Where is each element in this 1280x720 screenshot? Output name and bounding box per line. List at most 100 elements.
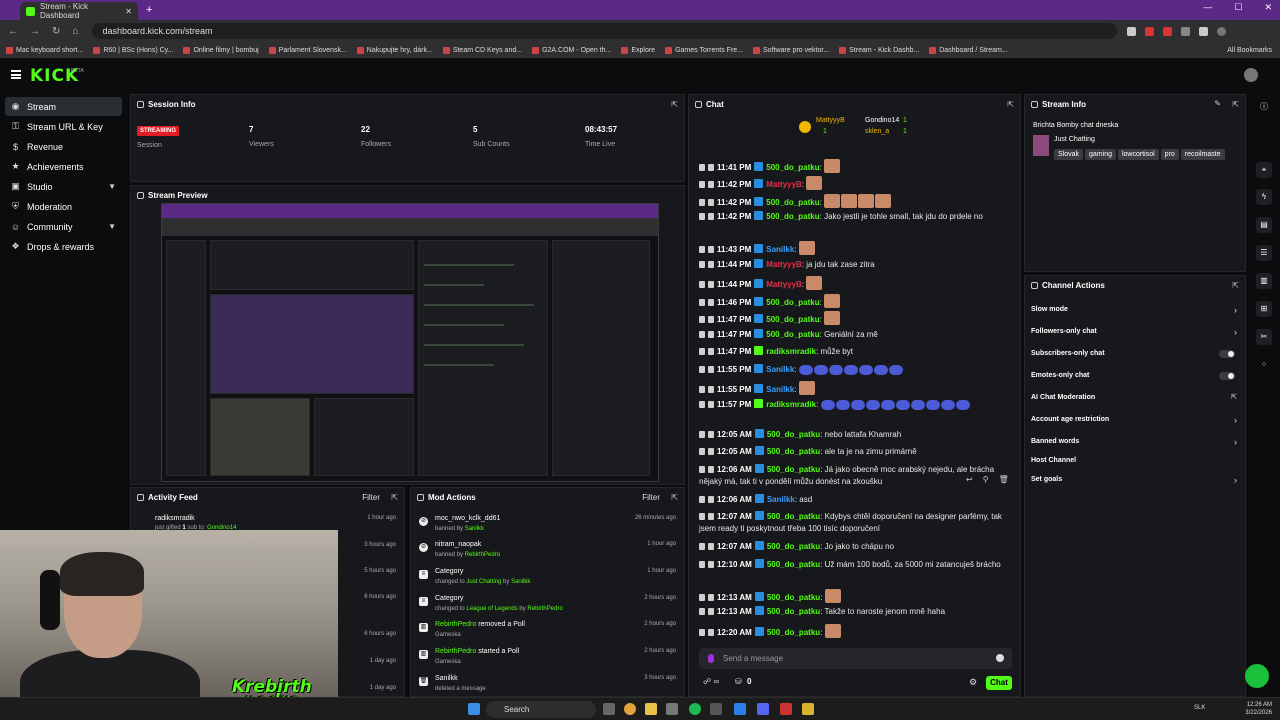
mod-tools-icon[interactable]	[699, 513, 705, 520]
app-icon[interactable]	[710, 703, 722, 715]
popout-icon[interactable]: ⇱	[1232, 100, 1239, 109]
mod-tools-icon[interactable]	[699, 386, 705, 393]
sidebar-item-revenue[interactable]: $ Revenue	[5, 137, 122, 156]
chat-message[interactable]: 11:47 PM 500_do_patku:	[699, 311, 1015, 326]
app-icon[interactable]	[666, 703, 678, 715]
bookmark[interactable]: Online filmy | bombuj	[183, 46, 259, 54]
mod-tools-icon[interactable]	[699, 366, 705, 373]
mod-tools-icon[interactable]	[699, 466, 705, 473]
close-window-icon[interactable]: ✕	[1264, 2, 1272, 13]
all-bookmarks[interactable]: All Bookmarks	[1227, 47, 1272, 54]
chat-message[interactable]: 12:07 AM 500_do_patku: Kdybys chtěl dopor…	[699, 511, 1015, 535]
mod-tools-icon[interactable]	[699, 431, 705, 438]
timeout-icon[interactable]	[708, 299, 714, 306]
bookmark[interactable]: Mac keyboard short...	[6, 46, 83, 54]
bookmark[interactable]: Steam CD Keys and...	[442, 46, 522, 54]
mod-tools-icon[interactable]	[699, 213, 705, 220]
chat-send-button[interactable]: Chat	[986, 676, 1012, 690]
sidebar-item-achievements[interactable]: ★ Achievements	[5, 157, 122, 176]
emoji-icon[interactable]	[996, 654, 1004, 662]
chat-message[interactable]: 12:05 AM 500_do_patku: nebo lattafa Khamr…	[699, 429, 1015, 441]
chat-username[interactable]: 500_do_patku	[767, 430, 820, 439]
sidebar-item-community[interactable]: ☺ Community ▼	[5, 217, 122, 236]
clock[interactable]: 12:26 AM 3/22/2026	[1245, 701, 1272, 717]
maximize-icon[interactable]: ☐	[1234, 2, 1242, 13]
timeout-icon[interactable]	[708, 543, 714, 550]
mod-tools-icon[interactable]	[699, 594, 705, 601]
chat-username[interactable]: 500_do_patku	[766, 163, 819, 172]
chat-message[interactable]: 11:47 PM radiksmradik: může byt	[699, 346, 1015, 358]
mod-tools-icon[interactable]	[699, 164, 705, 171]
extension-icon[interactable]	[1163, 26, 1173, 36]
mod-tools-icon[interactable]	[699, 199, 705, 206]
url-field[interactable]: dashboard.kick.com/stream	[92, 23, 1118, 39]
gear-icon[interactable]: ⚙	[969, 677, 977, 688]
more-icon[interactable]: ⁘	[1256, 357, 1272, 373]
bookmark[interactable]: Explore	[621, 46, 655, 54]
star-icon[interactable]	[1127, 26, 1137, 36]
chat-username[interactable]: 500_do_patku	[767, 593, 820, 602]
slow-mode-row[interactable]: Slow mode ›	[1031, 305, 1237, 315]
chat-username[interactable]: 500_do_patku	[766, 198, 819, 207]
extension-icon[interactable]	[1145, 26, 1155, 36]
host-channel-row[interactable]: Host Channel	[1031, 457, 1237, 464]
chat-username[interactable]: 500_do_patku	[767, 628, 820, 637]
mod-tools-icon[interactable]	[699, 561, 705, 568]
mod-tools-icon[interactable]	[699, 348, 705, 355]
chat-message[interactable]: 11:47 PM 500_do_patku: Geniální za mě	[699, 329, 1015, 341]
timeout-icon[interactable]	[708, 561, 714, 568]
timeout-icon[interactable]	[708, 513, 714, 520]
chat-message[interactable]: 11:42 PM 500_do_patku: Jako jestli je toh…	[699, 211, 1015, 223]
chat-message[interactable]: 11:55 PM Sanilkk:	[699, 381, 1015, 396]
settings-row-icon[interactable]: ☍ ∞	[703, 677, 719, 686]
chat-username[interactable]: 500_do_patku	[766, 212, 819, 221]
bookmark[interactable]: R60 | BSc (Hons) Cy...	[93, 46, 173, 54]
timeout-icon[interactable]	[708, 246, 714, 253]
pin-icon[interactable]: ⚲	[983, 475, 989, 484]
bookmark[interactable]: Games Torrents Fre...	[665, 46, 743, 54]
mod-tools-icon[interactable]	[699, 316, 705, 323]
poll-icon[interactable]: ▥	[1256, 273, 1272, 289]
mod-tools-icon[interactable]	[699, 496, 705, 503]
task-view-icon[interactable]	[603, 703, 615, 715]
mod-tools-icon[interactable]	[699, 299, 705, 306]
bookmark[interactable]: Software pro vektor...	[753, 46, 829, 54]
tools-icon[interactable]: ✂	[1256, 329, 1272, 345]
subscribers-only-toggle[interactable]	[1219, 350, 1235, 358]
sidebar-item-moderation[interactable]: ⛨ Moderation	[5, 197, 122, 216]
timeout-icon[interactable]	[708, 594, 714, 601]
flash-icon[interactable]: ϟ	[1256, 189, 1272, 205]
chat-username[interactable]: 500_do_patku	[767, 560, 820, 569]
timeout-icon[interactable]	[708, 466, 714, 473]
timeout-icon[interactable]	[708, 181, 714, 188]
chat-input[interactable]: Send a message	[699, 648, 1012, 669]
chat-message[interactable]: 11:41 PM 500_do_patku:	[699, 159, 1015, 174]
mod-tools-icon[interactable]	[699, 331, 705, 338]
mod-tools-icon[interactable]	[699, 629, 705, 636]
timeout-icon[interactable]	[708, 608, 714, 615]
chat-message[interactable]: 11:44 PM MattyyyB:	[699, 276, 1015, 291]
user-avatar[interactable]	[1244, 68, 1258, 82]
chat-username[interactable]: 500_do_patku	[766, 315, 819, 324]
mic-icon[interactable]	[708, 654, 714, 663]
chat-username[interactable]: radiksmradik	[766, 347, 816, 356]
timeout-icon[interactable]	[708, 331, 714, 338]
chat-message[interactable]: 12:06 AM Sanilkk: asd	[699, 494, 1015, 506]
chat-message[interactable]: 12:20 AM 500_do_patku:	[699, 624, 1015, 639]
timeout-icon[interactable]	[708, 199, 714, 206]
download-icon[interactable]	[1199, 26, 1209, 36]
edit-icon[interactable]: ✎	[1214, 99, 1221, 108]
raid-icon[interactable]: ⌖	[1256, 162, 1272, 178]
chat-message[interactable]: 12:13 AM 500_do_patku: Takže to naroste j…	[699, 606, 1015, 618]
timeout-icon[interactable]	[708, 164, 714, 171]
activity-user[interactable]: radiksmradik	[155, 515, 396, 522]
timeout-icon[interactable]	[708, 386, 714, 393]
timeout-icon[interactable]	[708, 496, 714, 503]
chat-username[interactable]: 500_do_patku	[767, 542, 820, 551]
stream-preview-video[interactable]	[161, 203, 659, 482]
chat-message[interactable]: 12:05 AM 500_do_patku: ale ta je na zimu …	[699, 446, 1015, 458]
chat-message[interactable]: 11:44 PM MattyyyB: ja jdu tak zase zitra	[699, 259, 1015, 271]
app-icon[interactable]	[780, 703, 792, 715]
bookmark[interactable]: Nakupujte hry, dárk...	[356, 46, 433, 54]
bookmark[interactable]: Parlament Slovensk...	[268, 46, 347, 54]
